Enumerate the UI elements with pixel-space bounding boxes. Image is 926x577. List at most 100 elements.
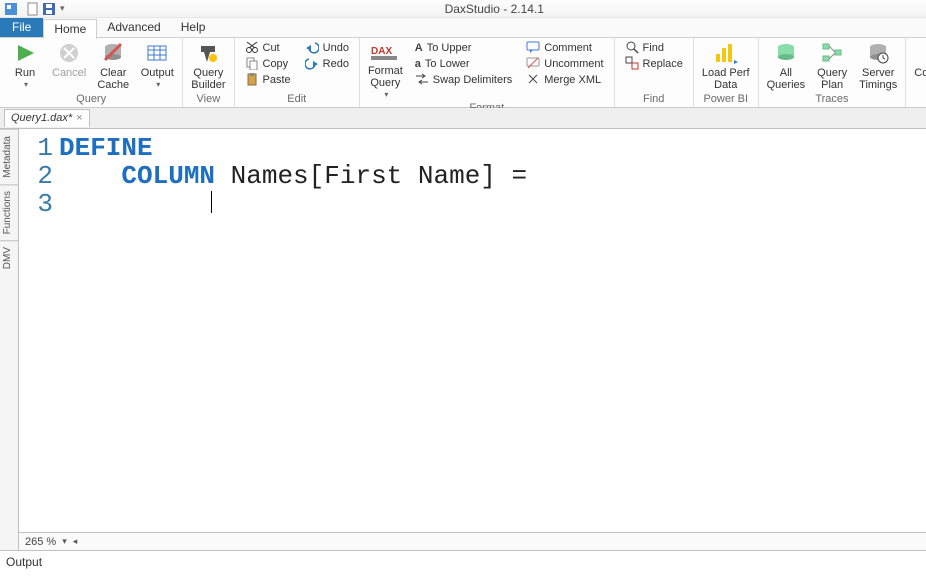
qat-dropdown-icon[interactable]: ▾ xyxy=(58,3,67,14)
swap-delimiters-button[interactable]: Swap Delimiters xyxy=(413,72,514,88)
save-icon[interactable] xyxy=(42,2,56,16)
find-label: Find xyxy=(643,42,664,54)
close-icon[interactable]: × xyxy=(76,112,82,124)
paste-icon xyxy=(245,72,259,89)
output-button[interactable]: Output ▾ xyxy=(136,40,178,92)
svg-text:DAX: DAX xyxy=(371,46,392,57)
connect-label: Connect xyxy=(914,67,926,79)
help-tab[interactable]: Help xyxy=(171,18,216,37)
line-number: 3 xyxy=(19,191,53,219)
app-icon xyxy=(4,2,18,16)
find-button[interactable]: Find xyxy=(623,40,685,56)
cut-label: Cut xyxy=(263,42,280,54)
output-panel: Output xyxy=(0,550,926,577)
query-builder-label: Query Builder xyxy=(191,67,225,91)
group-label-query: Query xyxy=(4,93,178,106)
merge-icon xyxy=(526,73,540,88)
zoom-dropdown-icon[interactable]: ▾ xyxy=(62,536,67,547)
to-upper-button[interactable]: A To Upper xyxy=(413,40,514,56)
format-query-label: Format Query xyxy=(368,65,403,89)
run-label: Run xyxy=(15,67,35,79)
undo-button[interactable]: Undo xyxy=(303,40,351,56)
copy-label: Copy xyxy=(263,58,289,70)
scissors-icon xyxy=(245,40,259,57)
format-query-button[interactable]: DAX Format Query ▾ xyxy=(364,40,407,102)
comment-button[interactable]: Comment xyxy=(524,40,605,56)
output-label: Output xyxy=(141,67,174,79)
swap-icon xyxy=(415,73,429,88)
group-label-find: Find xyxy=(619,93,689,106)
merge-xml-button[interactable]: Merge XML xyxy=(524,72,605,88)
side-tab-metadata[interactable]: Metadata xyxy=(0,129,18,184)
clear-cache-label: Clear Cache xyxy=(97,67,129,91)
replace-icon xyxy=(625,56,639,73)
text-cursor xyxy=(211,191,212,213)
keyword-define: DEFINE xyxy=(59,133,153,163)
paste-label: Paste xyxy=(263,74,291,86)
cancel-button: Cancel xyxy=(48,40,90,81)
comment-label: Comment xyxy=(544,42,592,54)
query-builder-button[interactable]: Query Builder xyxy=(187,40,229,93)
side-tab-dmv[interactable]: DMV xyxy=(0,240,18,275)
redo-button[interactable]: Redo xyxy=(303,56,351,72)
scroll-left-icon[interactable]: ◂ xyxy=(73,536,78,547)
server-timings-label: Server Timings xyxy=(859,67,897,91)
uncomment-label: Uncomment xyxy=(544,58,603,70)
code-editor[interactable]: 1 2 3 DEFINE COLUMN Names[First Name] = xyxy=(19,129,926,532)
redo-icon xyxy=(305,56,319,73)
swap-delimiters-label: Swap Delimiters xyxy=(433,74,512,86)
server-timings-button[interactable]: Server Timings xyxy=(855,40,901,93)
uncomment-button[interactable]: Uncomment xyxy=(524,56,605,72)
copy-button[interactable]: Copy xyxy=(243,56,293,72)
redo-label: Redo xyxy=(323,58,349,70)
advanced-tab[interactable]: Advanced xyxy=(97,18,170,37)
zoom-level: 265 % xyxy=(25,536,56,548)
all-queries-label: All Queries xyxy=(767,67,806,91)
group-label-edit: Edit xyxy=(239,93,355,106)
undo-icon xyxy=(305,40,319,57)
cancel-label: Cancel xyxy=(52,67,86,79)
code-lines[interactable]: DEFINE COLUMN Names[First Name] = xyxy=(59,129,926,532)
code-text: Names[First Name] = xyxy=(215,161,527,191)
load-perf-label: Load Perf Data xyxy=(702,67,750,91)
group-label-powerbi: Power BI xyxy=(698,93,754,106)
uncomment-icon xyxy=(526,57,540,72)
search-icon xyxy=(625,40,639,57)
clear-cache-button[interactable]: Clear Cache xyxy=(92,40,134,93)
undo-label: Undo xyxy=(323,42,349,54)
comment-icon xyxy=(526,41,540,56)
connect-button[interactable]: Connect xyxy=(910,40,926,81)
document-tab[interactable]: Query1.dax* × xyxy=(4,109,90,127)
file-tab[interactable]: File xyxy=(0,18,43,37)
copy-icon xyxy=(245,56,259,73)
query-plan-button[interactable]: Query Plan xyxy=(811,40,853,93)
chevron-down-icon: ▾ xyxy=(24,81,28,90)
to-upper-icon: A xyxy=(415,42,423,54)
merge-xml-label: Merge XML xyxy=(544,74,601,86)
indent xyxy=(59,161,121,191)
home-tab[interactable]: Home xyxy=(43,19,97,39)
side-tab-functions[interactable]: Functions xyxy=(0,184,18,240)
chevron-down-icon: ▾ xyxy=(384,91,388,100)
all-queries-button[interactable]: All Queries xyxy=(763,40,810,93)
cut-button[interactable]: Cut xyxy=(243,40,293,56)
to-lower-button[interactable]: aTo Lower xyxy=(413,56,514,72)
run-button[interactable]: Run ▾ xyxy=(4,40,46,92)
replace-label: Replace xyxy=(643,58,683,70)
query-plan-label: Query Plan xyxy=(817,67,847,91)
to-lower-icon: a xyxy=(415,58,421,70)
replace-button[interactable]: Replace xyxy=(623,56,685,72)
window-title: DaxStudio - 2.14.1 xyxy=(67,2,922,16)
group-label-view: View xyxy=(187,93,229,106)
line-number: 2 xyxy=(19,163,53,191)
paste-button[interactable]: Paste xyxy=(243,72,293,88)
output-title: Output xyxy=(6,555,42,569)
group-label-traces: Traces xyxy=(763,93,902,106)
line-gutter: 1 2 3 xyxy=(19,129,59,532)
chevron-down-icon: ▾ xyxy=(156,81,160,90)
new-icon[interactable] xyxy=(26,2,40,16)
keyword-column: COLUMN xyxy=(121,161,215,191)
load-perf-data-button[interactable]: Load Perf Data xyxy=(698,40,754,93)
group-label-connection: Connection xyxy=(910,93,926,106)
to-upper-label: To Upper xyxy=(427,42,472,54)
